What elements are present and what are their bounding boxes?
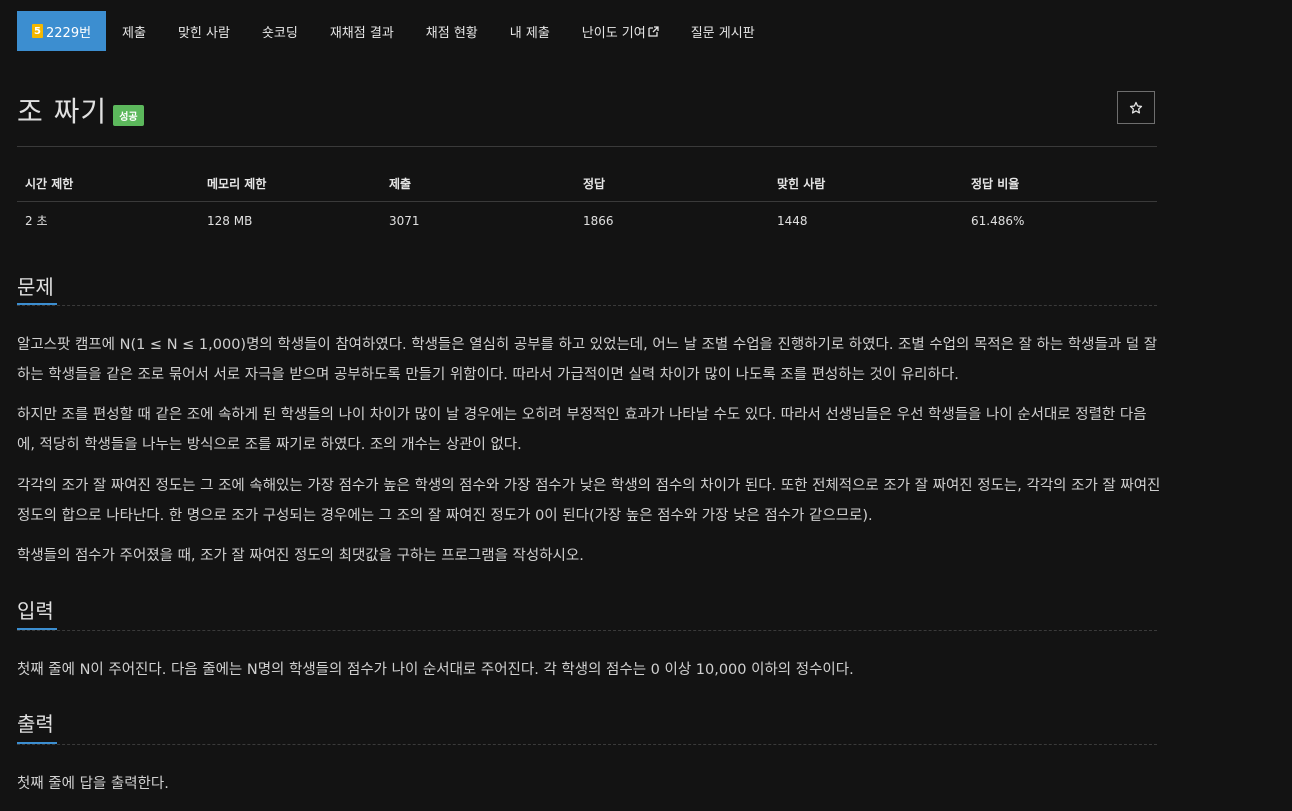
nav-rejudge-results-label: 재채점 결과 [329, 25, 394, 41]
problem-paragraph-4: 학생들의 점수가 주어졌을 때, 조가 잘 짜여진 정도의 최댓값을 구하는 프… [17, 548, 584, 564]
problem-number-label: 2229번 [46, 25, 92, 41]
value-accept-ratio: 61.486% [971, 213, 1025, 228]
star-outline-icon [1129, 101, 1143, 114]
nav-problem-number[interactable]: 5 2229번 [17, 11, 107, 51]
nav-submit-label: 제출 [122, 25, 146, 41]
input-section-divider [17, 630, 1157, 631]
nav-rejudge-results[interactable]: 재채점 결과 [314, 11, 410, 51]
problem-info-table: 시간 제한 메모리 제한 제출 정답 맞힌 사람 정답 비율 2 초 128 M… [17, 166, 1157, 239]
nav-judge-status[interactable]: 채점 현황 [410, 11, 494, 51]
title-divider [17, 146, 1157, 147]
value-time-limit: 2 초 [25, 214, 48, 228]
header-accept-ratio: 정답 비율 [963, 166, 1157, 202]
table-row: 2 초 128 MB 3071 1866 1448 61.486% [17, 202, 1157, 240]
output-description: 첫째 줄에 답을 출력한다. [17, 776, 169, 792]
header-submissions: 제출 [381, 166, 575, 202]
table-header-row: 시간 제한 메모리 제한 제출 정답 맞힌 사람 정답 비율 [17, 166, 1157, 202]
page-title: 조 짜기 [17, 95, 108, 128]
favorite-button[interactable] [1117, 91, 1155, 124]
output-section-heading: 출력 [17, 712, 54, 736]
nav-solved-users[interactable]: 맞힌 사람 [162, 11, 246, 51]
value-solved-users: 1448 [777, 213, 808, 228]
input-section-heading: 입력 [17, 599, 54, 623]
header-solved-users: 맞힌 사람 [769, 166, 963, 202]
nav-judge-status-label: 채점 현황 [425, 25, 478, 41]
nav-solved-users-label: 맞힌 사람 [177, 25, 230, 41]
nav-short-coding-label: 숏코딩 [261, 25, 298, 41]
nav-difficulty-contribution-label: 난이도 기여 [581, 25, 646, 41]
nav-question-board-label: 질문 게시판 [690, 25, 755, 41]
input-description: 첫째 줄에 N이 주어진다. 다음 줄에는 N명의 학생들의 점수가 나이 순서… [17, 662, 854, 678]
problem-nav: 5 2229번 제출 맞힌 사람 숏코딩 재채점 결과 채점 현황 내 제출 난… [17, 11, 771, 51]
output-section-divider [17, 744, 1157, 745]
header-time-limit: 시간 제한 [17, 166, 199, 202]
nav-submit[interactable]: 제출 [106, 11, 162, 51]
nav-difficulty-contribution[interactable]: 난이도 기여 [566, 11, 675, 51]
nav-my-submissions-label: 내 제출 [509, 25, 550, 41]
status-badge: 성공 [113, 104, 144, 126]
value-accepted: 1866 [583, 213, 614, 228]
problem-paragraph-3: 각각의 조가 잘 짜여진 정도는 그 조에 속해있는 가장 점수가 높은 학생의… [17, 478, 1161, 524]
header-accepted: 정답 [575, 166, 769, 202]
problem-section-heading: 문제 [17, 275, 54, 299]
nav-short-coding[interactable]: 숏코딩 [246, 11, 314, 51]
nav-question-board[interactable]: 질문 게시판 [675, 11, 771, 51]
problem-title-row: 조 짜기 성공 [17, 90, 144, 130]
value-submissions: 3071 [389, 213, 420, 228]
external-link-icon [648, 25, 659, 37]
nav-my-submissions[interactable]: 내 제출 [494, 11, 566, 51]
problem-paragraph-1: 알고스팟 캠프에 N(1 ≤ N ≤ 1,000)명의 학생들이 참여하였다. … [17, 337, 1158, 383]
problem-section-divider [17, 305, 1157, 306]
value-memory-limit: 128 MB [207, 213, 253, 228]
problem-page: 5 2229번 제출 맞힌 사람 숏코딩 재채점 결과 채점 현황 내 제출 난… [0, 0, 1292, 811]
tier-badge-icon: 5 [32, 24, 43, 38]
problem-paragraph-2: 하지만 조를 편성할 때 같은 조에 속하게 된 학생들의 나이 차이가 많이 … [17, 407, 1147, 453]
header-memory-limit: 메모리 제한 [199, 166, 381, 202]
